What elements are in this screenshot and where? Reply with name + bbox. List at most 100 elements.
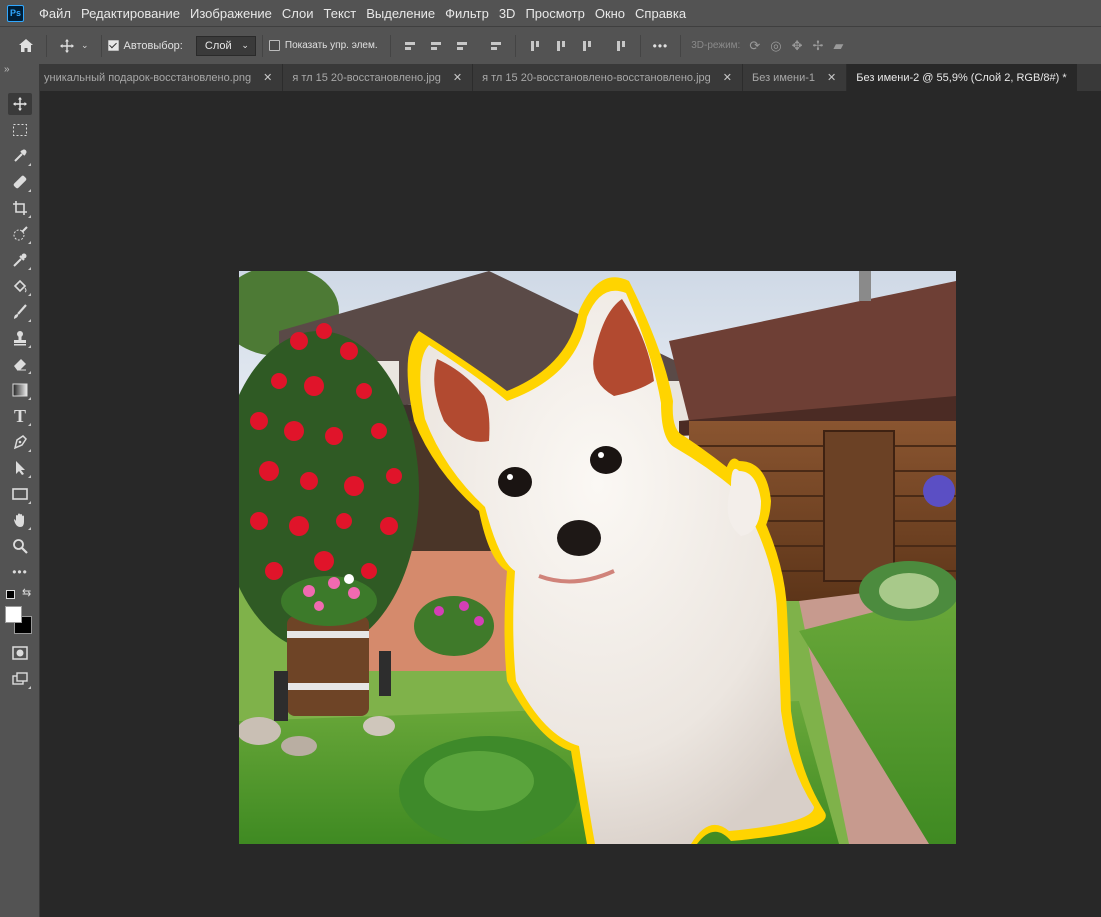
close-icon[interactable]: ✕ [723,71,732,84]
menu-layers[interactable]: Слои [277,6,319,21]
tab-label: я тл 15 20-восстановлено-восстановлено.j… [482,71,711,84]
submenu-indicator [28,449,31,452]
tab-label: Без имени-1 [751,71,816,84]
submenu-indicator [28,475,31,478]
gradient-tool[interactable] [8,379,32,401]
document-canvas[interactable] [239,271,956,844]
tab-document-3[interactable]: я тл 15 20-восстановлено-восстановлено.j… [473,64,743,91]
align-top-edges-icon[interactable] [528,39,542,53]
submenu-indicator [28,163,31,166]
separator [261,34,263,57]
menu-help[interactable]: Справка [630,6,691,21]
menu-bar: Ps Файл Редактирование Изображение Слои … [0,0,1101,26]
eraser-tool[interactable] [8,353,32,375]
quick-selection-tool[interactable] [8,223,32,245]
menu-edit[interactable]: Редактирование [76,6,185,21]
menu-view[interactable]: Просмотр [520,6,589,21]
distribute-vertical-icon[interactable] [614,39,628,53]
separator [46,34,47,57]
move-tool-preset-icon[interactable] [59,38,75,54]
submenu-indicator [28,319,31,322]
paint-bucket-tool[interactable] [8,275,32,297]
separator [100,34,102,57]
submenu-indicator [28,397,31,400]
photoshop-logo[interactable]: Ps [7,4,24,22]
foreground-color-swatch[interactable] [5,606,22,623]
align-horizontal-centers-icon[interactable] [429,39,443,53]
marquee-tool[interactable] [8,119,32,141]
autoselect-checkbox[interactable] [107,40,119,51]
tools-panel: » T ••• ⇆ [0,64,40,917]
edit-toolbar-button[interactable]: ••• [8,561,32,583]
screen-mode-button[interactable] [8,668,32,690]
submenu-indicator [28,371,31,374]
swap-colors-icon[interactable]: ⇆ [22,586,31,599]
3d-mode-label: 3D-режим: [691,40,741,51]
chevron-down-icon: ⌄ [241,40,249,50]
3d-orbit-icon[interactable]: ⟳ [749,38,760,54]
submenu-indicator [28,293,31,296]
tab-label: я тл 15 20-восстановлено.jpg [292,71,441,84]
menu-3d[interactable]: 3D [494,6,521,21]
eyedropper-tool[interactable] [8,145,32,167]
align-bottom-edges-icon[interactable] [580,39,594,53]
separator [680,34,682,57]
tab-document-1[interactable]: уникальный подарок-восстановлено.png ✕ [40,64,284,91]
rectangle-tool[interactable] [8,483,32,505]
collapse-panel-icon[interactable]: » [4,64,9,75]
menu-file[interactable]: Файл [34,6,76,21]
separator [389,34,391,57]
menu-select[interactable]: Выделение [361,6,440,21]
3d-slide-icon[interactable]: ✢ [812,38,823,54]
align-left-edges-icon[interactable] [403,39,417,53]
tab-label: Без имени-2 @ 55,9% (Слой 2, RGB/8#) * [856,71,1067,84]
healing-brush-tool[interactable] [8,171,32,193]
more-options-button[interactable]: ••• [653,39,669,53]
3d-camera-icon[interactable]: ▰ [833,38,843,54]
close-icon[interactable]: ✕ [263,71,272,84]
3d-pan-icon[interactable]: ✥ [792,38,803,54]
brush-tool[interactable] [8,301,32,323]
show-transform-controls-label: Показать упр. элем. [284,40,378,51]
distribute-horizontal-icon[interactable] [489,39,503,53]
close-icon[interactable]: ✕ [453,71,462,84]
menu-type[interactable]: Текст [319,6,362,21]
submenu-indicator [28,501,31,504]
close-icon[interactable]: ✕ [827,71,836,84]
3d-roll-icon[interactable]: ◎ [770,38,781,54]
default-colors-icon[interactable] [6,590,15,599]
hand-tool[interactable] [8,509,32,531]
tab-label: уникальный подарок-восстановлено.png [44,71,252,84]
submenu-indicator [28,423,31,426]
type-tool[interactable]: T [8,405,32,427]
crop-tool[interactable] [8,197,32,219]
autoselect-dropdown[interactable]: Слой ⌄ [195,35,256,56]
menu-filter[interactable]: Фильтр [440,6,494,21]
pen-tool[interactable] [8,431,32,453]
tab-document-2[interactable]: я тл 15 20-восстановлено.jpg ✕ [283,64,474,91]
submenu-indicator [28,215,31,218]
brush-selection-tool[interactable] [8,249,32,271]
autoselect-label: Автовыбор: [123,39,183,52]
submenu-indicator [28,267,31,270]
submenu-indicator [28,189,31,192]
quick-mask-button[interactable] [8,642,32,664]
menu-window[interactable]: Окно [590,6,630,21]
home-icon[interactable] [18,38,34,53]
show-transform-controls-checkbox[interactable] [268,40,280,51]
menu-image[interactable]: Изображение [185,6,277,21]
align-vertical-centers-icon[interactable] [554,39,568,53]
align-right-edges-icon[interactable] [455,39,469,53]
options-bar: ⌄ Автовыбор: Слой ⌄ Показать упр. элем. … [0,26,1101,64]
separator [639,34,641,57]
document-tabs: уникальный подарок-восстановлено.png ✕ я… [40,64,1101,91]
separator [514,34,516,57]
chevron-down-icon[interactable]: ⌄ [81,40,89,51]
tab-document-4[interactable]: Без имени-1 ✕ [743,64,848,91]
move-tool[interactable] [8,93,32,115]
path-selection-tool[interactable] [8,457,32,479]
clone-stamp-tool[interactable] [8,327,32,349]
tab-document-5-active[interactable]: Без имени-2 @ 55,9% (Слой 2, RGB/8#) * [847,64,1077,91]
zoom-tool[interactable] [8,535,32,557]
composite-photo [239,271,956,844]
